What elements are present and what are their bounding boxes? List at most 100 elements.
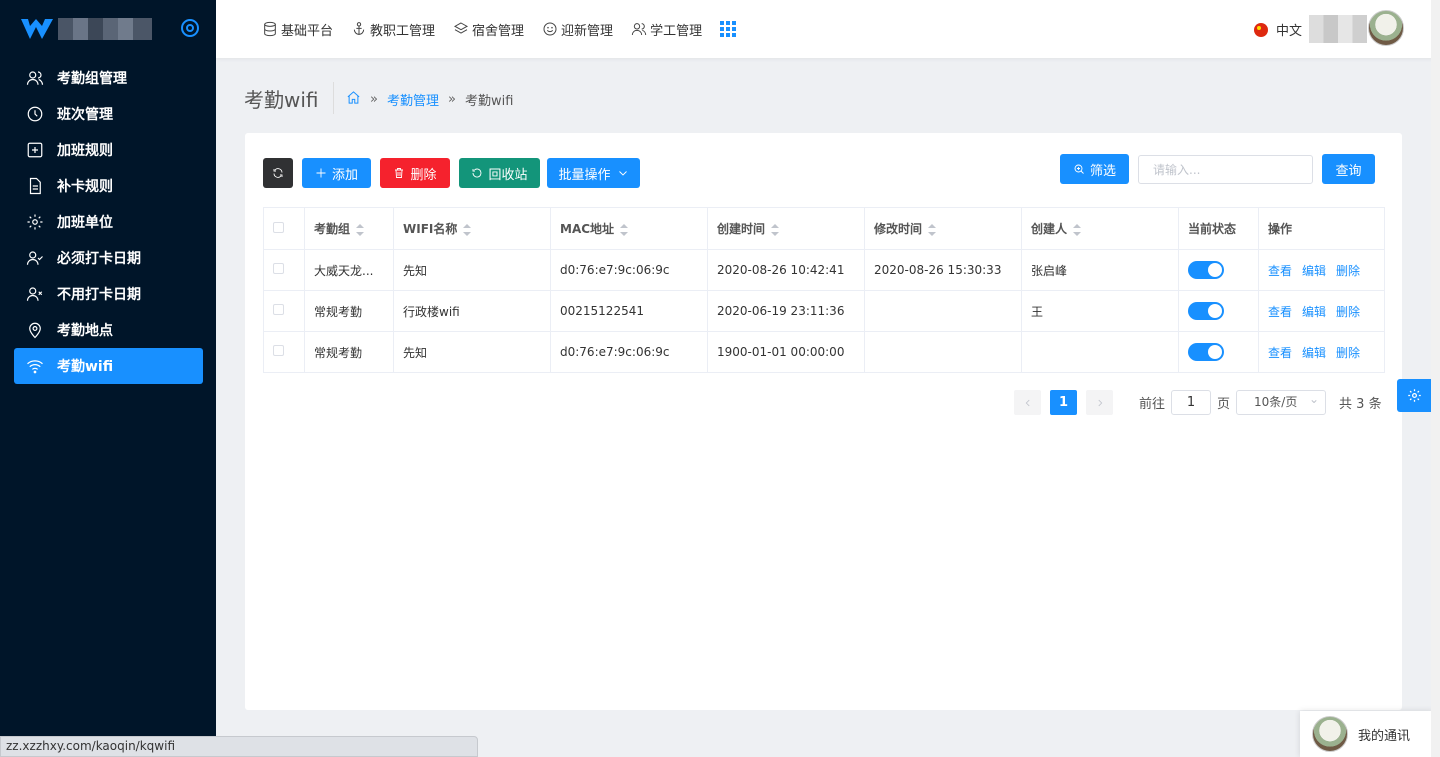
topnav-label: 迎新管理 (561, 23, 614, 39)
add-button[interactable]: 添加 (302, 158, 371, 188)
sidebar-item-makeup-rule[interactable]: 补卡规则 (14, 168, 203, 204)
chat-widget[interactable]: 我的通讯 (1300, 711, 1433, 757)
recycle-bin-button[interactable]: 回收站 (459, 158, 540, 188)
status-toggle[interactable] (1188, 343, 1224, 361)
edit-link[interactable]: 编辑 (1302, 346, 1326, 360)
column-header-group[interactable]: 考勤组 (304, 207, 394, 250)
apps-grid-button[interactable] (720, 21, 737, 37)
sidebar: 考勤组管理 班次管理 加班规则 补卡规则 加班单位 必须打卡日期 不用打卡日期 (0, 0, 216, 757)
cell-wifi: 先知 (393, 249, 551, 291)
sidebar-item-attendance-group[interactable]: 考勤组管理 (14, 60, 203, 96)
row-select-cell[interactable] (263, 290, 305, 332)
cell-creator: 张启峰 (1021, 249, 1179, 291)
language-label: 中文 (1276, 24, 1303, 39)
sidebar-item-label: 加班单位 (57, 215, 113, 231)
page-number-current[interactable]: 1 (1050, 390, 1077, 415)
topnav-item-welcome[interactable]: 迎新管理 (542, 20, 613, 39)
header-label: WIFI名称 (403, 222, 458, 236)
view-link[interactable]: 查看 (1268, 346, 1292, 360)
breadcrumb: » 考勤管理 » 考勤wifi (346, 90, 513, 109)
sidebar-item-location[interactable]: 考勤地点 (14, 312, 203, 348)
delete-button[interactable]: 删除 (380, 158, 450, 188)
row-checkbox[interactable] (273, 304, 284, 315)
logo[interactable] (0, 0, 216, 57)
plus-icon (316, 168, 326, 178)
language-switch[interactable]: 中文 (1254, 20, 1302, 39)
jump-page-input[interactable]: 1 (1171, 390, 1212, 415)
sidebar-item-exempt-dates[interactable]: 不用打卡日期 (14, 276, 203, 312)
add-label: 添加 (331, 167, 358, 183)
search-input[interactable] (1138, 155, 1313, 184)
username-blurred[interactable] (1309, 15, 1367, 43)
sort-icon[interactable] (1073, 223, 1082, 236)
sidebar-menu: 考勤组管理 班次管理 加班规则 补卡规则 加班单位 必须打卡日期 不用打卡日期 (0, 57, 216, 384)
delete-link[interactable]: 删除 (1336, 264, 1360, 278)
column-header-mac[interactable]: MAC地址 (550, 207, 708, 250)
sidebar-item-wifi[interactable]: 考勤wifi (14, 348, 203, 384)
status-toggle[interactable] (1188, 261, 1224, 279)
view-link[interactable]: 查看 (1268, 305, 1292, 319)
row-select-cell[interactable] (263, 249, 305, 291)
filter-button[interactable]: 筛选 (1060, 154, 1129, 184)
column-header-modified[interactable]: 修改时间 (864, 207, 1022, 250)
sidebar-item-label: 补卡规则 (57, 179, 113, 195)
sort-icon[interactable] (771, 223, 780, 236)
page-scrollbar[interactable] (1431, 0, 1440, 757)
prev-page-button[interactable] (1014, 390, 1041, 415)
select-all-checkbox[interactable] (273, 221, 284, 233)
layers-icon (454, 22, 469, 34)
edit-link[interactable]: 编辑 (1302, 264, 1326, 278)
edit-link[interactable]: 编辑 (1302, 305, 1326, 319)
topnav-label: 学工管理 (650, 23, 703, 39)
topnav-item-student-affairs[interactable]: 学工管理 (631, 20, 702, 39)
clock-icon (26, 105, 44, 123)
batch-label: 批量操作 (558, 167, 611, 183)
topnav-item-staff[interactable]: 教职工管理 (351, 20, 435, 39)
column-header-creator[interactable]: 创建人 (1021, 207, 1179, 250)
status-toggle[interactable] (1188, 302, 1224, 320)
sidebar-item-required-dates[interactable]: 必须打卡日期 (14, 240, 203, 276)
collapse-menu-icon[interactable] (181, 19, 199, 37)
cell-group: 常规考勤 (304, 290, 394, 332)
query-button[interactable]: 查询 (1322, 154, 1375, 184)
breadcrumb-current: 考勤wifi (464, 94, 514, 109)
cell-status (1178, 331, 1259, 373)
next-page-button[interactable] (1086, 390, 1113, 415)
column-header-created[interactable]: 创建时间 (707, 207, 865, 250)
sort-icon[interactable] (620, 223, 629, 236)
anchor-icon (353, 22, 365, 35)
chevron-left-icon (1025, 399, 1030, 406)
settings-float-button[interactable] (1397, 379, 1431, 412)
refresh-button[interactable] (263, 158, 293, 188)
sidebar-item-overtime-unit[interactable]: 加班单位 (14, 204, 203, 240)
avatar[interactable] (1368, 10, 1404, 46)
title-divider (333, 82, 334, 114)
row-checkbox[interactable] (273, 263, 284, 274)
sidebar-item-overtime-rule[interactable]: 加班规则 (14, 132, 203, 168)
sidebar-item-shift[interactable]: 班次管理 (14, 96, 203, 132)
top-nav: 基础平台 教职工管理 宿舍管理 迎新管理 学工管理 (262, 0, 754, 58)
cell-ops: 查看 编辑 删除 (1258, 331, 1385, 373)
column-header-wifi[interactable]: WIFI名称 (393, 207, 551, 250)
view-link[interactable]: 查看 (1268, 264, 1292, 278)
topnav-item-dorm[interactable]: 宿舍管理 (453, 20, 524, 39)
row-checkbox[interactable] (273, 345, 284, 356)
select-all-cell[interactable] (263, 207, 305, 250)
batch-actions-dropdown[interactable]: 批量操作 (547, 158, 640, 188)
user-check-icon (26, 249, 44, 267)
topnav-item-base-platform[interactable]: 基础平台 (262, 20, 333, 39)
delete-link[interactable]: 删除 (1336, 346, 1360, 360)
page-size-select[interactable]: 10条/页 (1236, 388, 1327, 415)
sort-icon[interactable] (928, 223, 937, 236)
cell-mac: d0:76:e7:9c:06:9c (550, 331, 708, 373)
delete-link[interactable]: 删除 (1336, 305, 1360, 319)
cell-wifi: 行政楼wifi (393, 290, 551, 332)
china-flag-icon (1254, 22, 1268, 37)
breadcrumb-parent[interactable]: 考勤管理 (387, 90, 439, 109)
row-select-cell[interactable] (263, 331, 305, 373)
home-icon[interactable] (346, 90, 361, 109)
sort-icon[interactable] (356, 223, 365, 236)
refresh-icon (273, 168, 283, 178)
sort-icon[interactable] (463, 223, 472, 236)
cell-modified: 2020-08-26 15:30:33 (864, 249, 1022, 291)
